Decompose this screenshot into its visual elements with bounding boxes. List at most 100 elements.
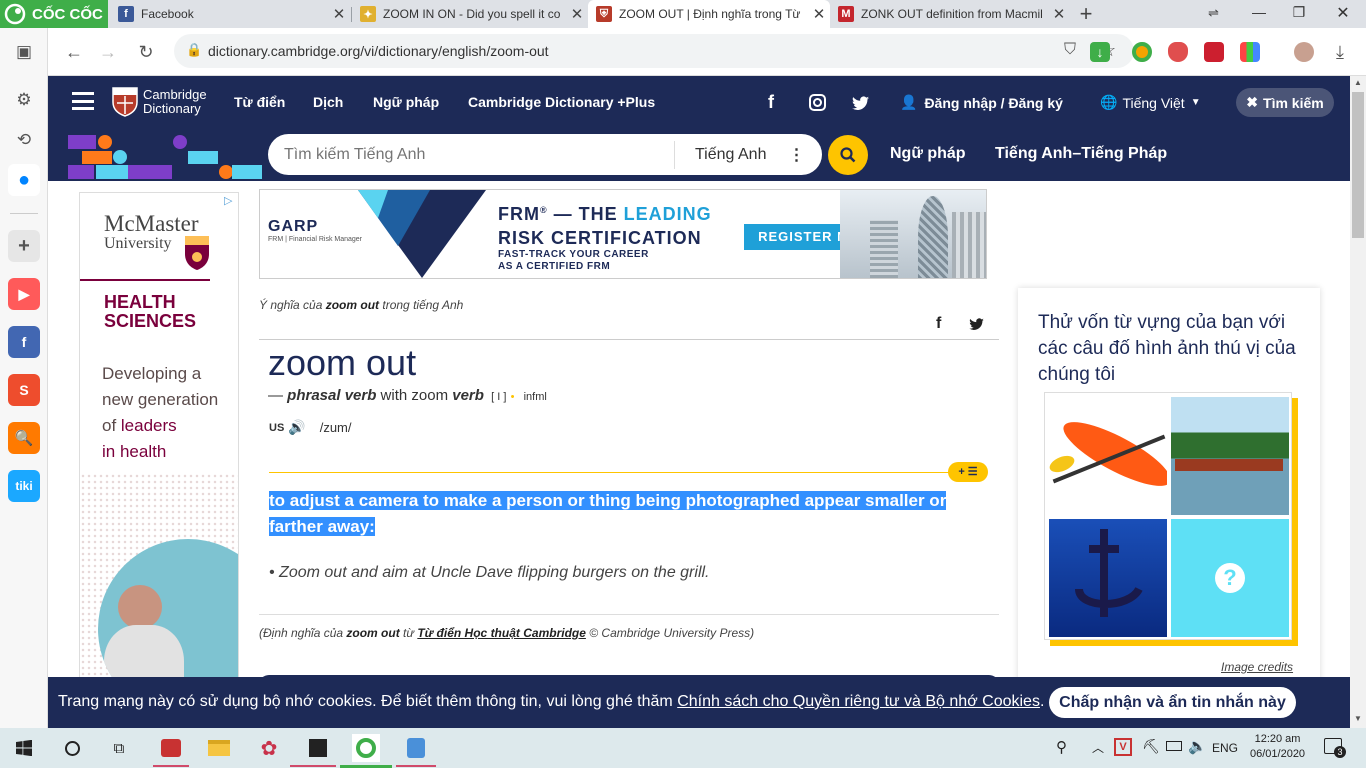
coccoc-ext-icon[interactable]: [1132, 42, 1152, 62]
chevron-down-icon: ▼: [1190, 97, 1201, 108]
accept-cookies-button[interactable]: Chấp nhận và ẩn tin nhắn này: [1049, 687, 1296, 718]
adblock-ext-icon[interactable]: [1168, 42, 1188, 62]
tab-title: ZOOM OUT | Định nghĩa trong Từ: [619, 7, 801, 21]
tab-close-icon[interactable]: ✕: [566, 5, 588, 23]
maximize-button[interactable]: ❐: [1284, 4, 1314, 21]
sidebar-divider: [10, 213, 38, 214]
network-icon[interactable]: ⛏: [1142, 738, 1160, 755]
taskbar-app-3-icon[interactable]: ✿: [255, 734, 283, 762]
colorful-ext-icon[interactable]: [1240, 42, 1260, 62]
entry-bottom-divider: [259, 614, 999, 615]
scroll-thumb[interactable]: [1352, 92, 1364, 238]
tray-app-icon[interactable]: V: [1114, 738, 1132, 756]
tab-close-icon[interactable]: ✕: [328, 5, 350, 23]
tab-zoom-out[interactable]: ⛨ ZOOM OUT | Định nghĩa trong Từ ✕: [588, 0, 830, 28]
tab-search-icon[interactable]: ⇌: [1208, 5, 1219, 21]
nav-tu-dien[interactable]: Từ điển: [234, 94, 285, 110]
sidebar-toggle-icon[interactable]: ▣: [12, 40, 36, 64]
history-icon[interactable]: ⟲: [12, 128, 36, 152]
login-link[interactable]: 👤 Đăng nhập / Đăng ký: [900, 94, 1063, 111]
add-app-button[interactable]: +: [8, 230, 40, 262]
quiz-image-barge[interactable]: [1171, 397, 1289, 515]
volume-icon[interactable]: 🔈: [1188, 737, 1207, 755]
quiz-image-kayak[interactable]: [1049, 397, 1167, 515]
profile-avatar[interactable]: [1294, 42, 1314, 62]
subnav-ngu-phap[interactable]: Ngữ pháp: [890, 145, 966, 163]
forward-button[interactable]: →: [94, 38, 122, 66]
privacy-policy-link[interactable]: Chính sách cho Quyền riêng tư và Bộ nhớ …: [677, 693, 1040, 710]
coccoc-taskbar-icon[interactable]: [352, 734, 380, 762]
search-submit-button[interactable]: [828, 135, 868, 175]
new-tab-button[interactable]: +: [1074, 2, 1098, 26]
twitter-icon[interactable]: [852, 96, 869, 110]
quiz-image-mystery[interactable]: ?: [1171, 519, 1289, 637]
garp-ad[interactable]: GARP FRM | Financial Risk Manager FRM® —…: [259, 189, 987, 279]
search-toggle-button[interactable]: ✖ Tìm kiếm: [1236, 88, 1334, 117]
download-icon[interactable]: ⤓: [1326, 38, 1354, 66]
youtube-icon[interactable]: ▶: [8, 278, 40, 310]
nav-dictionary-plus[interactable]: Cambridge Dictionary +Plus: [468, 94, 655, 110]
address-bar[interactable]: 🔒 dictionary.cambridge.org/vi/dictionary…: [174, 34, 1134, 68]
facebook-icon[interactable]: f: [768, 92, 774, 113]
tab-facebook[interactable]: f Facebook ✕: [110, 0, 350, 28]
hamburger-menu-icon[interactable]: [72, 92, 94, 110]
tab-zoom-in-on[interactable]: ✦ ZOOM IN ON - Did you spell it co ✕: [352, 0, 588, 28]
share-facebook-icon[interactable]: f: [936, 315, 941, 333]
scroll-down-arrow-icon[interactable]: ▼: [1350, 714, 1366, 723]
dictionary-language-select[interactable]: Tiếng Anh: [695, 146, 766, 164]
file-explorer-icon[interactable]: [205, 734, 233, 762]
shopee-icon[interactable]: S: [8, 374, 40, 406]
instagram-icon[interactable]: [809, 94, 826, 111]
facebook-app-icon[interactable]: f: [8, 326, 40, 358]
minimize-button[interactable]: —: [1244, 4, 1274, 20]
tray-chevron-up-icon[interactable]: ︿: [1092, 739, 1104, 756]
scroll-up-arrow-icon[interactable]: ▲: [1350, 76, 1366, 90]
shield-icon[interactable]: ⛉: [1064, 41, 1076, 59]
taskbar-app-1-icon[interactable]: [157, 734, 185, 762]
messenger-icon[interactable]: ●: [8, 164, 40, 196]
taskbar-app-4-icon[interactable]: [304, 734, 332, 762]
search-app-icon[interactable]: 🔍: [8, 422, 40, 454]
task-view-icon[interactable]: ⧉: [105, 734, 133, 762]
language-selector[interactable]: 🌐 Tiếng Việt ▼: [1100, 94, 1201, 111]
search-input[interactable]: [284, 136, 674, 173]
battery-icon[interactable]: [1166, 741, 1182, 751]
windows-start-icon[interactable]: [16, 740, 32, 756]
nav-ngu-phap[interactable]: Ngữ pháp: [373, 94, 439, 110]
mcmaster-ad[interactable]: ▷ McMaster University HEALTH SCIENCES De…: [79, 192, 239, 682]
quiz-image-anchor[interactable]: [1049, 519, 1167, 637]
clock[interactable]: 12:20 am 06/01/2020: [1250, 732, 1305, 762]
settings-gear-icon[interactable]: ⚙: [12, 88, 36, 112]
coccoc-logo[interactable]: CỐC CỐC: [0, 0, 108, 28]
more-options-icon[interactable]: ⋮: [788, 145, 804, 165]
download-ext-icon[interactable]: ↓: [1090, 42, 1110, 62]
taskbar-app-6-icon[interactable]: [402, 734, 430, 762]
image-credits-link[interactable]: Image credits: [1221, 660, 1293, 674]
quiz-card[interactable]: Thử vốn từ vựng của bạn với các câu đố h…: [1018, 288, 1320, 688]
tiki-icon[interactable]: tiki: [8, 470, 40, 502]
tab-close-icon[interactable]: ✕: [808, 5, 830, 23]
subnav-anh-phap[interactable]: Tiếng Anh–Tiếng Pháp: [995, 145, 1167, 163]
add-to-list-button[interactable]: + ☰: [948, 462, 988, 482]
back-button[interactable]: ←: [60, 38, 88, 66]
language-indicator[interactable]: ENG: [1212, 741, 1238, 755]
nav-dich[interactable]: Dịch: [313, 94, 343, 110]
tab-close-icon[interactable]: ✕: [1048, 5, 1070, 23]
share-twitter-icon[interactable]: [969, 318, 984, 330]
reload-button[interactable]: ↻: [132, 38, 160, 66]
user-icon: 👤: [900, 94, 918, 110]
sense-divider: [269, 472, 959, 473]
cortana-search-icon[interactable]: [58, 734, 86, 762]
source-link[interactable]: Từ điển Học thuật Cambridge: [417, 626, 586, 640]
tab-zonk-out[interactable]: M ZONK OUT definition from Macmil ✕: [830, 0, 1070, 28]
notification-count-badge: 3: [1334, 746, 1346, 758]
people-icon[interactable]: ⚲: [1056, 738, 1067, 756]
speaker-icon[interactable]: 🔊: [288, 419, 305, 436]
adchoices-icon[interactable]: ▷: [224, 194, 232, 207]
ad-body-text: Developing a new generation of leaders i…: [102, 361, 218, 465]
red-ext-icon[interactable]: [1204, 42, 1224, 62]
cambridge-logo[interactable]: Cambridge Dictionary: [112, 87, 207, 117]
close-window-button[interactable]: ✕: [1328, 3, 1358, 23]
quiz-title: Thử vốn từ vựng của bạn với các câu đố h…: [1038, 312, 1296, 385]
page-scrollbar[interactable]: ▲ ▼: [1350, 76, 1366, 728]
